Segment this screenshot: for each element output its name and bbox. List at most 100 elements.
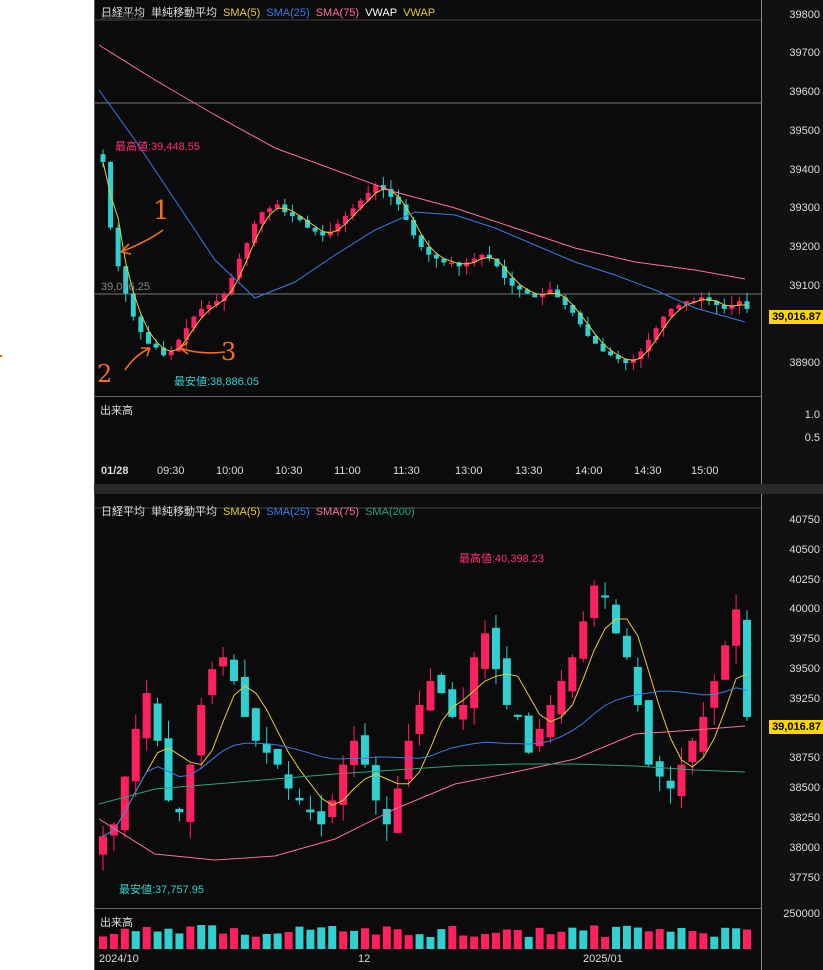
volume-bar xyxy=(131,931,140,949)
volume-bar xyxy=(743,929,751,949)
handwritten-mark-2: 2 xyxy=(97,360,113,388)
volume-bar xyxy=(186,926,195,949)
volume-bar xyxy=(229,928,238,949)
candle-body xyxy=(99,836,107,855)
candle-body xyxy=(168,351,174,356)
candle-body xyxy=(557,681,566,715)
intraday-volume-title: 出来高 xyxy=(100,405,133,417)
legend-sma200: SMA(200) xyxy=(365,506,415,518)
candle-body xyxy=(262,743,271,753)
candle-body xyxy=(236,258,242,278)
volume-bar xyxy=(382,926,391,949)
volume-bar xyxy=(688,931,697,949)
candle-body xyxy=(547,289,553,294)
panel-separator[interactable] xyxy=(94,484,823,494)
volume-bar xyxy=(197,925,206,949)
xtick: 10:30 xyxy=(275,465,303,477)
candle-body xyxy=(491,627,500,670)
ytick: 39800 xyxy=(789,9,820,21)
xtick: 15:00 xyxy=(691,465,719,477)
volume-bar xyxy=(524,936,533,949)
candle-body xyxy=(404,740,413,780)
candle-body xyxy=(208,669,217,695)
volume-bar xyxy=(426,936,435,949)
volume-bar xyxy=(437,929,446,949)
volume-bar xyxy=(415,934,424,949)
volume-bar xyxy=(459,935,468,949)
ytick: 39500 xyxy=(789,663,820,675)
ytick: 37750 xyxy=(789,872,820,884)
candle-body xyxy=(197,704,206,756)
candle-body xyxy=(339,764,348,805)
candle-body xyxy=(502,658,511,705)
candle-body xyxy=(295,797,304,801)
candle-body xyxy=(142,693,151,739)
volume-bar xyxy=(622,925,631,949)
candle-body xyxy=(131,728,140,782)
volume-bar xyxy=(109,933,118,949)
volume-bar xyxy=(306,929,315,949)
candle-body xyxy=(568,657,577,692)
intraday-price-scale[interactable]: 39800 39700 39600 39500 39400 39300 3920… xyxy=(761,0,823,484)
candle-body xyxy=(517,285,523,290)
volume-bar xyxy=(99,936,107,949)
intraday-chart-panel[interactable]: 日経平均 単純移動平均 SMA(5) SMA(25) SMA(75) VWAP VWAP D… xyxy=(94,0,823,484)
volume-bar xyxy=(262,933,271,949)
xtick: 10:00 xyxy=(216,465,244,477)
volume-bar xyxy=(393,929,402,949)
intraday-low-annotation: 最安値:38,886.05 xyxy=(174,376,259,388)
candle-body xyxy=(688,740,697,763)
candle-body xyxy=(219,657,228,667)
candle-body xyxy=(721,645,730,680)
candle-body xyxy=(206,305,212,309)
volume-bar xyxy=(328,926,337,949)
ytick: 39700 xyxy=(789,47,820,59)
candle-body xyxy=(120,776,129,831)
volume-bar xyxy=(164,928,173,949)
volume-tick: 250000 xyxy=(783,908,820,920)
current-price-tag: 39,016.87 xyxy=(769,720,823,734)
candle-body xyxy=(415,704,424,734)
volume-bar xyxy=(175,933,184,949)
ytick: 39200 xyxy=(789,241,820,253)
candle-body xyxy=(449,262,455,264)
daily-chart-canvas[interactable] xyxy=(95,494,762,970)
xtick: 11:30 xyxy=(393,465,420,477)
ytick: 40500 xyxy=(789,544,820,556)
volume-bar xyxy=(557,931,566,949)
candle-body xyxy=(312,227,318,232)
legend-sma5: SMA(5) xyxy=(223,7,261,19)
xtick-date: 01/28 xyxy=(101,465,129,477)
daily-price-scale[interactable]: 40750 40500 40250 40000 39750 39500 3925… xyxy=(761,494,823,970)
volume-bar xyxy=(371,934,380,949)
volume-bar xyxy=(120,928,129,949)
ytick: 38900 xyxy=(789,357,820,369)
current-price-tag: 39,016.87 xyxy=(769,310,823,324)
volume-tick: 1.0 xyxy=(804,409,820,421)
xtick: 11:00 xyxy=(334,465,361,477)
daily-chart-panel[interactable]: 日経平均 単純移動平均 SMA(5) SMA(25) SMA(75) SMA(200) 最… xyxy=(94,494,823,970)
ytick: 39300 xyxy=(789,202,820,214)
volume-bar xyxy=(633,927,642,949)
intraday-chart-canvas[interactable] xyxy=(95,0,762,484)
ytick: 38500 xyxy=(789,782,820,794)
candle-body xyxy=(666,780,675,789)
volume-bar xyxy=(208,925,217,949)
volume-bar xyxy=(601,936,610,949)
candle-body xyxy=(240,676,249,717)
candle-body xyxy=(395,196,401,205)
candle-body xyxy=(273,748,282,765)
hand-arrow-2 xyxy=(124,347,151,371)
sma5-line xyxy=(102,161,747,361)
handwritten-mark-1: 1 xyxy=(153,196,170,226)
candle-body xyxy=(267,208,273,213)
volume-divider xyxy=(95,396,762,397)
daily-low-annotation: 最安値:37,757.95 xyxy=(119,884,204,896)
volume-bar xyxy=(568,927,577,949)
volume-bar xyxy=(339,931,348,949)
candle-body xyxy=(655,761,664,777)
ytick: 39750 xyxy=(789,633,820,645)
faint-label: Default1/2 xyxy=(101,11,143,21)
stray-mark xyxy=(0,355,2,357)
candle-body xyxy=(644,700,653,765)
